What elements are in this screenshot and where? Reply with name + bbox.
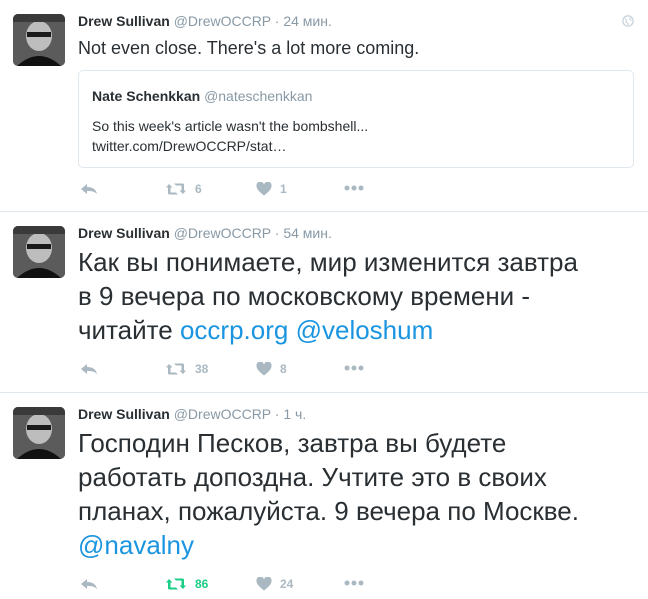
author-name[interactable]: Drew Sullivan [78,406,170,422]
author-name[interactable]: Drew Sullivan [78,13,170,29]
separator-dot: · [274,225,280,241]
separator-dot: · [274,406,280,422]
retweet-icon [166,578,186,590]
timestamp[interactable]: 24 мин. [283,13,332,29]
retweet-icon [166,183,186,195]
author-handle[interactable]: @DrewOCCRP [174,225,271,241]
more-button[interactable] [344,580,364,586]
tweet-text-line: планах, пожалуйста. 9 вечера по Москве. [78,496,579,526]
tweet-text: Господин Песков, завтра вы будете работа… [78,426,643,562]
tweet[interactable]: Drew Sullivan @DrewOCCRP · 1 ч. Господин… [0,393,648,599]
like-count: 1 [280,182,287,196]
quoted-author-name: Nate Schenkkan [92,88,201,104]
like-button[interactable]: 24 [256,577,293,591]
timestamp[interactable]: 54 мин. [283,225,332,241]
tweet-text: Not even close. There's a lot more comin… [78,38,420,58]
tweet-header: Drew Sullivan @DrewOCCRP · 1 ч. [78,406,306,422]
author-handle[interactable]: @DrewOCCRP [174,13,271,29]
author-handle[interactable]: @DrewOCCRP [174,406,271,422]
tweet[interactable]: Drew Sullivan @DrewOCCRP · 54 мин. Как в… [0,212,648,393]
more-button[interactable] [344,185,364,191]
mention-link[interactable]: @navalny [78,530,194,560]
retweet-count: 6 [195,182,202,196]
tweet-text-line: Как вы понимаете, мир изменится завтра [78,247,578,277]
avatar[interactable] [13,226,65,278]
reply-button[interactable] [80,577,98,591]
tweet-text-line: в 9 вечера по московскому времени - [78,281,531,311]
more-icon [344,365,364,371]
more-button[interactable] [344,365,364,371]
tweet-text-line: Господин Песков, завтра вы будете [78,428,507,458]
like-count: 24 [280,577,294,591]
retweet-button[interactable]: 6 [165,182,202,196]
retweet-count: 38 [195,362,209,376]
quoted-link-line: twitter.com/DrewOCCRP/stat… [92,138,287,154]
like-icon [256,577,272,591]
tweet-text-line: читайте occrp.org @veloshum [78,313,643,347]
tweet-header: Drew Sullivan @DrewOCCRP · 54 мин. [78,225,332,241]
quoted-tweet-text: So this week's article wasn't the bombsh… [92,116,368,156]
like-button[interactable]: 8 [256,362,287,376]
like-count: 8 [280,362,287,376]
reply-icon [81,184,97,194]
quoted-tweet-header: Nate Schenkkan @nateschenkkan [92,88,312,104]
reply-button[interactable] [80,362,98,376]
reply-icon [81,579,97,589]
separator-dot: · [274,13,280,29]
tweet[interactable]: Drew Sullivan @DrewOCCRP · 24 мин. Not e… [0,0,648,212]
author-name[interactable]: Drew Sullivan [78,225,170,241]
like-button[interactable]: 1 [256,182,287,196]
quoted-text-line: So this week's article wasn't the bombsh… [92,118,369,134]
url-link[interactable]: occrp.org [180,315,288,345]
like-icon [256,182,272,196]
timestamp[interactable]: 1 ч. [283,406,306,422]
reply-button[interactable] [80,182,98,196]
retweet-button[interactable]: 86 [165,577,208,591]
like-icon [256,362,272,376]
tweet-text-fragment: читайте [78,315,180,345]
tweet-header: Drew Sullivan @DrewOCCRP · 24 мин. [78,13,332,29]
globe-icon [622,14,634,32]
retweet-icon [166,363,186,375]
retweet-button[interactable]: 38 [165,362,208,376]
more-icon [344,580,364,586]
avatar[interactable] [13,14,65,66]
tweet-text: Как вы понимаете, мир изменится завтра в… [78,245,643,347]
more-icon [344,185,364,191]
quoted-tweet[interactable]: Nate Schenkkan @nateschenkkan So this we… [78,70,634,168]
avatar[interactable] [13,407,65,459]
tweet-text-line: работать допоздна. Учтите это в своих [78,462,547,492]
mention-link[interactable]: @veloshum [296,315,434,345]
quoted-author-handle: @nateschenkkan [204,88,313,104]
tweet-text-fragment [288,315,295,345]
retweet-count: 86 [195,577,209,591]
reply-icon [81,364,97,374]
